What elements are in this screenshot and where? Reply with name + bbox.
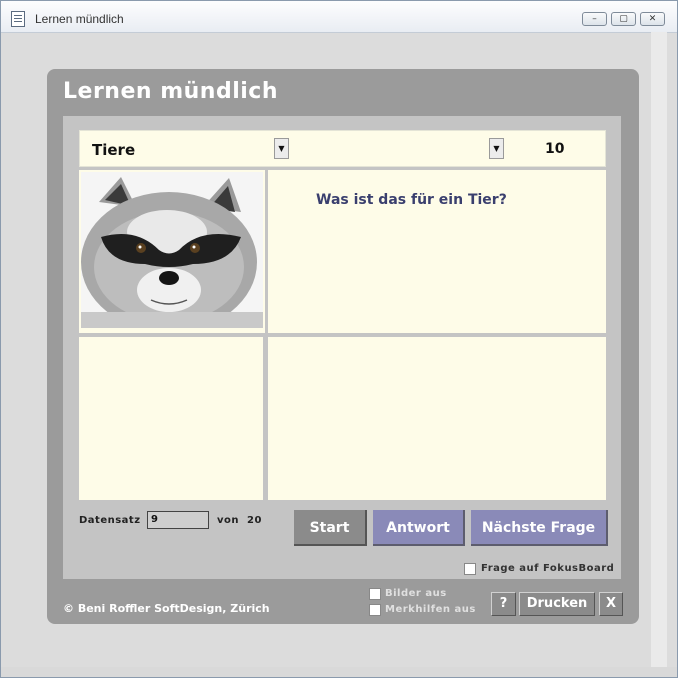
fokusboard-checkbox[interactable] xyxy=(464,563,476,575)
window-right-strip xyxy=(651,32,667,668)
pictures-off-checkbox[interactable] xyxy=(369,588,381,600)
main-panel: Lernen mündlich Tiere ▼ ▼ 10 Was ist das… xyxy=(47,69,639,624)
pictures-off-label: Bilder aus xyxy=(385,588,447,599)
answer-button[interactable]: Antwort xyxy=(373,510,465,546)
title-bar[interactable]: Lernen mündlich – ▢ ✕ xyxy=(1,1,677,33)
sub-select[interactable] xyxy=(296,141,486,159)
sub-dropdown-arrow-icon[interactable]: ▼ xyxy=(489,138,504,159)
app-heading: Lernen mündlich xyxy=(63,79,278,104)
minimize-button[interactable]: – xyxy=(582,12,607,26)
print-button[interactable]: Drucken xyxy=(519,592,595,616)
hints-off-checkbox[interactable] xyxy=(369,604,381,616)
record-number-field[interactable]: 9 xyxy=(147,511,209,529)
record-of-label: von 20 xyxy=(217,515,262,526)
question-text: Was ist das für ein Tier? xyxy=(316,192,507,208)
image-cell xyxy=(79,170,265,333)
question-cell: Was ist das für ein Tier? xyxy=(268,170,606,333)
record-total: 20 xyxy=(246,515,262,526)
hint-cell xyxy=(79,337,263,500)
fokusboard-label: Frage auf FokusBoard xyxy=(481,563,615,574)
start-button[interactable]: Start xyxy=(294,510,367,546)
close-window-button[interactable]: ✕ xyxy=(640,12,665,26)
help-button[interactable]: ? xyxy=(491,592,516,616)
topic-select[interactable]: Tiere xyxy=(92,141,135,159)
window-title: Lernen mündlich xyxy=(35,12,124,26)
topic-dropdown-arrow-icon[interactable]: ▼ xyxy=(274,138,289,159)
record-label: Datensatz xyxy=(79,515,141,526)
question-count: 10 xyxy=(545,141,565,157)
next-question-button[interactable]: Nächste Frage xyxy=(471,510,608,546)
app-window: Lernen mündlich – ▢ ✕ Lernen mündlich Ti… xyxy=(0,0,678,678)
document-icon xyxy=(11,11,25,27)
hints-off-label: Merkhilfen aus xyxy=(385,604,476,615)
restore-button[interactable]: ▢ xyxy=(611,12,636,26)
raccoon-photo xyxy=(81,172,263,328)
content-area: Tiere ▼ ▼ 10 Was ist das für ein Tier? D… xyxy=(63,116,621,579)
window-bottom-strip xyxy=(1,667,677,677)
close-app-button[interactable]: X xyxy=(599,592,623,616)
copyright-text: © Beni Roffler SoftDesign, Zürich xyxy=(63,602,270,615)
record-of-word: von xyxy=(217,515,240,526)
topic-bar: Tiere ▼ ▼ 10 xyxy=(79,130,606,167)
answer-cell xyxy=(268,337,606,500)
